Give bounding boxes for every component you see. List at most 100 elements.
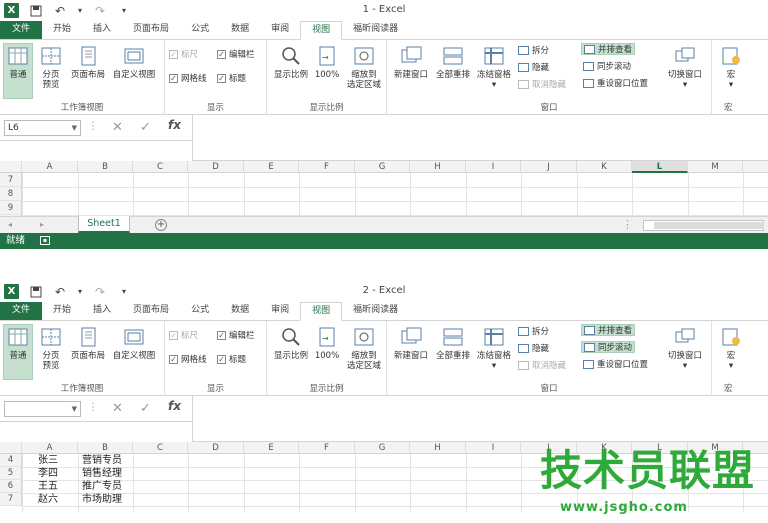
tab-8[interactable]: 福昕阅读器 <box>342 21 409 39</box>
row-header[interactable]: 4 <box>0 454 22 467</box>
cell[interactable]: 市场助理 <box>82 493 122 506</box>
column-header[interactable]: I <box>466 442 521 454</box>
cancel-icon[interactable]: ✕ <box>112 401 123 416</box>
new-window-button[interactable]: 新建窗口 <box>391 325 431 361</box>
column-header[interactable]: F <box>299 161 355 173</box>
tab-3[interactable]: 页面布局 <box>122 21 180 39</box>
tab-0[interactable]: 文件 <box>0 21 43 39</box>
headings-checkbox[interactable]: ✓ 标题 <box>217 72 246 84</box>
column-header[interactable]: I <box>466 161 521 173</box>
reset-window-position-button[interactable]: 重设窗口位置 <box>581 77 650 89</box>
normal-view-button[interactable]: 普通 <box>3 324 33 380</box>
row-header[interactable]: 9 <box>0 201 22 215</box>
formula-input[interactable] <box>192 396 768 442</box>
switch-windows-button[interactable]: 切换窗口 ▾ <box>663 44 707 90</box>
tab-8[interactable]: 福昕阅读器 <box>342 302 409 320</box>
row-header[interactable]: 7 <box>0 173 22 187</box>
tab-7[interactable]: 视图 <box>300 302 343 321</box>
gridlines-checkbox[interactable]: ✓ 网格线 <box>169 72 207 84</box>
row-header[interactable]: 8 <box>0 187 22 201</box>
cell[interactable]: 营销专员 <box>82 454 122 467</box>
column-header[interactable]: G <box>355 442 410 454</box>
enter-icon[interactable]: ✓ <box>140 401 151 416</box>
hide-button[interactable]: 隐藏 <box>516 61 551 73</box>
freeze-panes-button[interactable]: 冻结窗格 ▾ <box>475 44 513 90</box>
page-layout-button[interactable]: 页面布局 <box>66 325 110 361</box>
column-header[interactable]: M <box>688 161 743 173</box>
headings-checkbox[interactable]: ✓ 标题 <box>217 353 246 365</box>
macros-button[interactable]: 宏 ▾ <box>716 44 746 90</box>
zoom-to-selection-button[interactable]: 缩放到 选定区域 <box>343 325 385 371</box>
name-box[interactable]: ▼ <box>4 401 81 417</box>
sheet-tab-sheet1[interactable]: Sheet1 <box>78 216 130 233</box>
new-window-button[interactable]: 新建窗口 <box>391 44 431 80</box>
formula-bar-checkbox[interactable]: ✓ 编辑栏 <box>217 48 255 60</box>
column-header[interactable]: D <box>188 161 244 173</box>
page-break-preview-button[interactable]: 分页 预览 <box>36 325 66 371</box>
column-header[interactable]: K <box>577 161 632 173</box>
formula-input[interactable] <box>192 115 768 161</box>
view-side-by-side-button[interactable]: 并排查看 <box>581 324 636 336</box>
column-header[interactable]: H <box>410 442 466 454</box>
tab-4[interactable]: 公式 <box>180 302 220 320</box>
tab-4[interactable]: 公式 <box>180 21 220 39</box>
unhide-button[interactable]: 取消隐藏 <box>516 78 568 90</box>
gridlines-checkbox[interactable]: ✓ 网格线 <box>169 353 207 365</box>
tab-2[interactable]: 插入 <box>82 21 122 39</box>
add-sheet-icon[interactable]: + <box>155 219 167 231</box>
zoom-100-button[interactable]: → 100% <box>313 44 341 80</box>
insert-function-icon[interactable]: fx <box>168 399 181 413</box>
zoom-button[interactable]: 显示比例 <box>269 44 313 80</box>
custom-view-button[interactable]: 自定义视图 <box>108 325 160 361</box>
zoom-100-button[interactable]: → 100% <box>313 325 341 361</box>
scroll-right-icon[interactable]: ▸ <box>40 220 44 229</box>
split-button[interactable]: 拆分 <box>516 44 551 56</box>
column-header[interactable]: G <box>355 161 410 173</box>
ruler-checkbox[interactable]: ✓ 标尺 <box>169 48 198 60</box>
tab-1[interactable]: 开始 <box>42 302 82 320</box>
cell[interactable]: 张三 <box>38 454 58 467</box>
unhide-button[interactable]: 取消隐藏 <box>516 359 568 371</box>
insert-function-icon[interactable]: fx <box>168 118 181 132</box>
hide-button[interactable]: 隐藏 <box>516 342 551 354</box>
tab-6[interactable]: 审阅 <box>260 21 300 39</box>
column-header[interactable]: L <box>632 161 688 173</box>
formula-bar-checkbox[interactable]: ✓ 编辑栏 <box>217 329 255 341</box>
cell[interactable]: 李四 <box>38 467 58 480</box>
zoom-to-selection-button[interactable]: 缩放到 选定区域 <box>343 44 385 90</box>
synchronous-scrolling-button[interactable]: 同步滚动 <box>581 341 636 353</box>
ruler-checkbox[interactable]: ✓ 标尺 <box>169 329 198 341</box>
column-header[interactable]: B <box>78 161 133 173</box>
cell[interactable]: 推广专员 <box>82 480 122 493</box>
macros-button[interactable]: 宏 ▾ <box>716 325 746 371</box>
synchronous-scrolling-button[interactable]: 同步滚动 <box>581 60 633 72</box>
more-options-icon[interactable]: ⋮ <box>622 218 633 231</box>
row-header[interactable]: 6 <box>0 480 22 493</box>
column-header[interactable]: H <box>410 161 466 173</box>
zoom-button[interactable]: 显示比例 <box>269 325 313 361</box>
column-header[interactable]: A <box>22 442 78 454</box>
tab-5[interactable]: 数据 <box>220 302 260 320</box>
column-header[interactable]: J <box>521 161 577 173</box>
page-layout-button[interactable]: 页面布局 <box>66 44 110 80</box>
page-break-preview-button[interactable]: 分页 预览 <box>36 44 66 90</box>
tab-7[interactable]: 视图 <box>300 21 343 40</box>
column-header[interactable]: E <box>244 161 299 173</box>
cell[interactable]: 销售经理 <box>82 467 122 480</box>
view-side-by-side-button[interactable]: 并排查看 <box>581 43 636 55</box>
switch-windows-button[interactable]: 切换窗口 ▾ <box>663 325 707 371</box>
cancel-icon[interactable]: ✕ <box>112 120 123 135</box>
tab-2[interactable]: 插入 <box>82 302 122 320</box>
scrollbar-thumb[interactable] <box>654 222 764 229</box>
tab-0[interactable]: 文件 <box>0 302 43 320</box>
column-header[interactable]: C <box>133 442 188 454</box>
tab-3[interactable]: 页面布局 <box>122 302 180 320</box>
tab-5[interactable]: 数据 <box>220 21 260 39</box>
dropdown-arrow-icon[interactable]: ▼ <box>72 402 77 416</box>
row-header[interactable]: 5 <box>0 467 22 480</box>
select-all-corner[interactable] <box>0 442 22 454</box>
dropdown-arrow-icon[interactable]: ▼ <box>72 121 77 135</box>
select-all-corner[interactable] <box>0 161 22 173</box>
tab-1[interactable]: 开始 <box>42 21 82 39</box>
horizontal-scrollbar[interactable] <box>643 220 764 231</box>
